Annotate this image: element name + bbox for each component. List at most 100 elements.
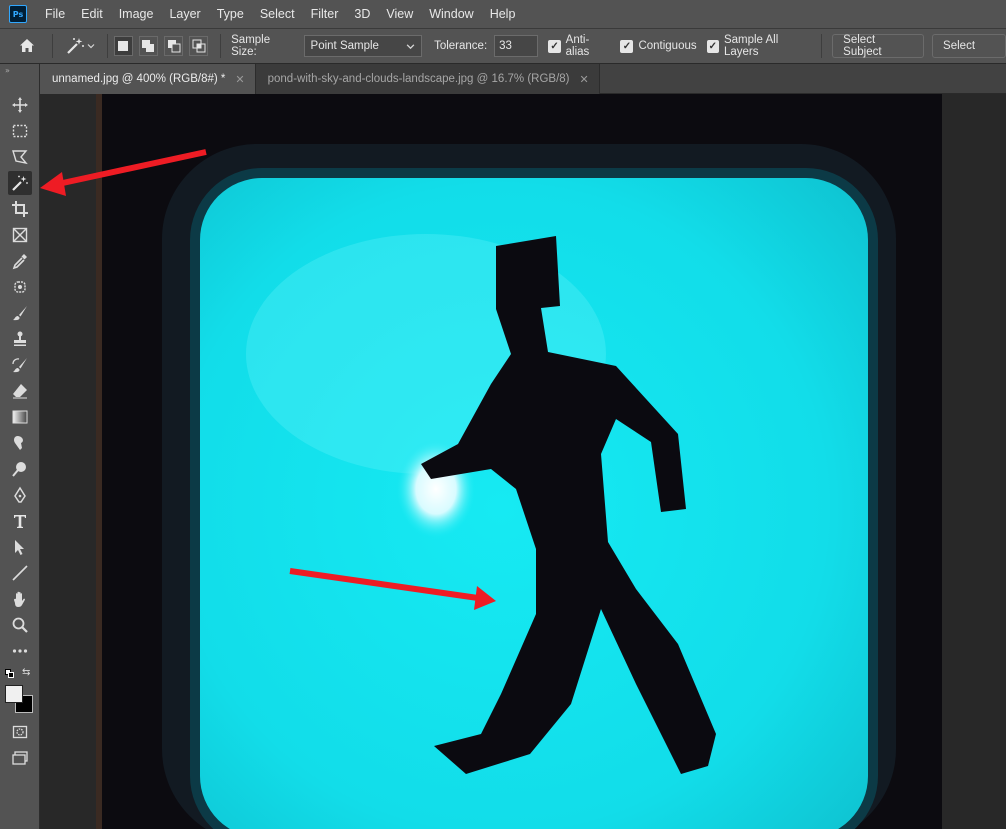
divider	[220, 34, 222, 58]
hand-tool[interactable]	[8, 587, 32, 611]
tolerance-input[interactable]: 33	[494, 35, 539, 57]
magic-wand-tool[interactable]	[8, 171, 32, 195]
magic-wand-icon	[67, 38, 84, 54]
gradient-tool[interactable]	[8, 405, 32, 429]
add-to-selection-button[interactable]	[138, 36, 158, 56]
foreground-color-swatch[interactable]	[5, 685, 23, 703]
annotation-arrow-wand-head	[40, 172, 66, 196]
lasso-tool[interactable]	[8, 145, 32, 169]
select-subject-button[interactable]: Select Subject	[832, 34, 925, 58]
chevron-down-icon	[87, 44, 95, 49]
close-icon[interactable]: ✕	[235, 73, 244, 86]
annotation-arrow-wand-shaft	[57, 149, 207, 187]
menu-select[interactable]: Select	[252, 0, 303, 28]
tab-pond-landscape[interactable]: pond-with-sky-and-clouds-landscape.jpg @…	[255, 64, 600, 94]
menu-window[interactable]: Window	[421, 0, 481, 28]
checkmark-icon: ✓	[620, 39, 634, 53]
healing-brush-icon	[14, 281, 26, 293]
history-brush-icon	[12, 358, 27, 373]
contiguous-checkbox[interactable]: ✓ Contiguous	[620, 39, 697, 53]
tab-unnamed-jpg[interactable]: unnamed.jpg @ 400% (RGB/8#) * ✕	[40, 64, 256, 94]
tool-preset-picker[interactable]	[59, 34, 101, 58]
sample-all-layers-label: Sample All Layers	[723, 34, 779, 58]
divider	[821, 34, 823, 58]
hand-icon	[13, 591, 25, 607]
healing-tool[interactable]	[8, 275, 32, 299]
intersect-selection-button[interactable]	[189, 36, 209, 56]
eraser-icon	[13, 384, 27, 399]
eyedropper-icon	[12, 254, 27, 270]
new-selection-button[interactable]	[113, 36, 133, 56]
zoom-icon	[12, 617, 28, 633]
frame-tool[interactable]	[8, 223, 32, 247]
anti-alias-checkbox[interactable]: ✓ Anti-alias	[548, 34, 610, 58]
menu-3d[interactable]: 3D	[346, 0, 378, 28]
annotation-arrow-figure-shaft	[289, 568, 479, 601]
canvas-area[interactable]	[40, 94, 1006, 829]
color-swatches[interactable]	[4, 684, 36, 716]
pen-icon	[14, 486, 26, 503]
line-icon	[12, 565, 28, 581]
dodge-tool[interactable]	[8, 457, 32, 481]
swap-colors-icon[interactable]: ⇆	[22, 667, 30, 678]
pen-tool[interactable]	[8, 483, 32, 507]
frame-icon	[12, 227, 28, 243]
default-bg-swatch	[8, 672, 14, 678]
eraser-tool[interactable]	[8, 379, 32, 403]
crop-tool[interactable]	[8, 197, 32, 221]
menu-help[interactable]: Help	[482, 0, 524, 28]
magic-wand-icon	[12, 175, 28, 191]
brush-icon	[13, 306, 27, 321]
brush-tool[interactable]	[8, 301, 32, 325]
path-selection-icon	[15, 540, 24, 555]
annotation-arrows	[40, 149, 496, 610]
options-bar: Sample Size: Point Sample Tolerance: 33 …	[0, 28, 1006, 64]
zoom-tool[interactable]	[8, 613, 32, 637]
type-tool[interactable]	[8, 509, 32, 533]
path-selection-tool[interactable]	[8, 535, 32, 559]
marquee-tool[interactable]	[8, 119, 32, 143]
sample-all-layers-checkbox[interactable]: ✓ Sample All Layers	[706, 34, 812, 58]
menu-view[interactable]: View	[378, 0, 421, 28]
more-icon	[12, 649, 28, 653]
document-tab-bar: unnamed.jpg @ 400% (RGB/8#) * ✕ pond-wit…	[40, 64, 1006, 94]
quick-mask-icon	[12, 725, 28, 739]
contiguous-label: Contiguous	[638, 40, 697, 52]
subtract-from-selection-button[interactable]	[163, 36, 184, 56]
screen-mode-icon	[12, 751, 28, 765]
home-button[interactable]	[8, 34, 46, 58]
menu-edit[interactable]: Edit	[73, 0, 111, 28]
screen-mode[interactable]	[8, 746, 32, 770]
line-tool[interactable]	[8, 561, 32, 585]
select-and-mask-button[interactable]: Select	[932, 34, 1006, 58]
menu-file[interactable]: File	[37, 0, 73, 28]
move-tool[interactable]	[8, 93, 32, 117]
stamp-tool[interactable]	[8, 327, 32, 351]
menu-layer[interactable]: Layer	[161, 0, 208, 28]
eyedropper-tool[interactable]	[8, 249, 32, 273]
intersect-selection-icon	[192, 39, 206, 53]
sample-size-select[interactable]: Point Sample	[303, 35, 423, 57]
quick-mask[interactable]	[8, 720, 32, 744]
annotation-arrow-figure-head	[474, 586, 496, 610]
history-brush-tool[interactable]	[8, 353, 32, 377]
menu-image[interactable]: Image	[111, 0, 162, 28]
blur-tool[interactable]	[8, 431, 32, 455]
more-tools[interactable]	[8, 639, 32, 663]
collapse-toolbar-icon[interactable]: »	[5, 66, 10, 75]
gradient-icon	[12, 410, 28, 424]
type-icon	[14, 515, 26, 528]
smudge-icon	[14, 436, 23, 450]
photoshop-logo-icon[interactable]: Ps	[9, 5, 27, 23]
checkmark-icon: ✓	[548, 39, 561, 53]
tab-label: pond-with-sky-and-clouds-landscape.jpg @…	[267, 73, 570, 85]
menu-bar: Ps File Edit Image Layer Type Select Fil…	[0, 0, 1006, 28]
tolerance-label: Tolerance:	[434, 40, 488, 52]
home-icon	[20, 39, 34, 52]
close-icon[interactable]: ✕	[580, 73, 589, 86]
menu-filter[interactable]: Filter	[303, 0, 347, 28]
crop-icon	[12, 201, 28, 217]
subtract-selection-icon	[167, 40, 180, 53]
default-colors-icon[interactable]	[5, 669, 15, 679]
menu-type[interactable]: Type	[209, 0, 252, 28]
